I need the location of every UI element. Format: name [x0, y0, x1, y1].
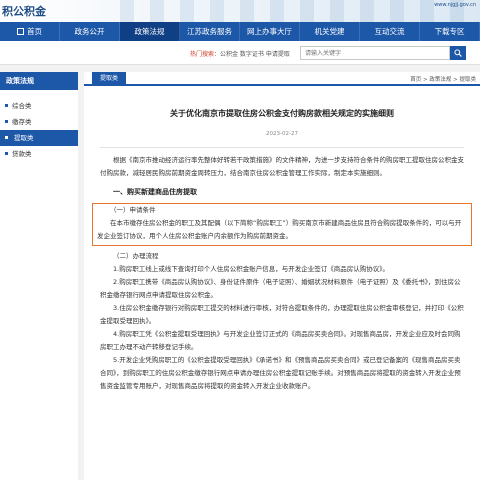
- conditions-text: 在本市缴存住房公积金的职工及其配偶（以下简称“购房职工”）购买南京市新建商品住房…: [97, 219, 462, 240]
- sidebar: 政策法规 综合类 缴存类 提取类 贷款类: [0, 72, 78, 480]
- banner-decoration: [120, 0, 480, 22]
- category-tab[interactable]: 提取类: [92, 72, 127, 86]
- search-bar: 热门搜索：公积金 数字证书 申请提取: [0, 41, 480, 65]
- bullet-icon: [5, 104, 8, 107]
- sidebar-item-deposit[interactable]: 缴存类: [0, 114, 78, 130]
- sidebar-list: 综合类 缴存类 提取类 贷款类: [0, 98, 78, 162]
- breadcrumb[interactable]: 首页 > 政策法规 > 提取类: [410, 75, 476, 83]
- nav-item-party-building[interactable]: 机关党建: [300, 22, 360, 41]
- sidebar-item-loans[interactable]: 贷款类: [0, 146, 78, 162]
- sidebar-item-label: 贷款类: [12, 150, 32, 158]
- site-url: www.njgjj.gov.cn: [434, 2, 476, 8]
- section-heading: 一、购买新建商品住房提取: [113, 188, 197, 196]
- process-step: 5.开发企业凭购房职工的《公积金提取受理回执》《承诺书》和《预售商品房买卖合同》…: [100, 356, 461, 390]
- article-title: 关于优化南京市提取住房公积金支付购房款相关规定的实施细则: [170, 109, 394, 118]
- nav-item-gov-affairs[interactable]: 政务公开: [60, 22, 120, 41]
- nav-item-policies[interactable]: 政策法规: [120, 22, 180, 41]
- sidebar-item-general[interactable]: 综合类: [0, 98, 78, 114]
- nav-item-downloads[interactable]: 下载专区: [420, 22, 480, 41]
- process-step: 2.购房职工携带《商品房认购协议》、身份证件原件（电子证照）、婚姻状况材料原件（…: [100, 278, 461, 299]
- process-step: 3.住房公积金缴存银行对购房职工提交的材料进行审核，对符合提取条件的，办理提取住…: [100, 304, 464, 325]
- process-step: 1.购房职工线上或线下查询打印个人住房公积金账户信息，与开发企业签订《商品房认购…: [113, 265, 389, 273]
- home-icon: [17, 28, 24, 35]
- nav-item-online-hall[interactable]: 网上办事大厅: [240, 22, 300, 41]
- hot-search-label: 热门搜索：: [190, 51, 221, 58]
- conditions-heading: （一）申请条件: [110, 206, 156, 214]
- sidebar-item-label: 缴存类: [12, 118, 32, 126]
- search-icon: [454, 49, 462, 57]
- article-date: 2023-02-27: [266, 131, 298, 137]
- nav-item-label: 首页: [27, 27, 42, 36]
- main-nav: 首页 政务公开 政策法规 江苏政务服务 网上办事大厅 机关党建 互动交流 下载专…: [0, 22, 480, 41]
- process-heading: （二）办理流程: [113, 252, 159, 260]
- bullet-icon: [5, 152, 8, 155]
- hot-search-words[interactable]: 公积金 数字证书 申请提取: [220, 51, 290, 58]
- process-step: 4.购房职工凭《公积金提取受理回执》与开发企业签订正式的《商品房买卖合同》。对现…: [100, 330, 461, 351]
- sidebar-title: 政策法规: [0, 72, 78, 90]
- search-input[interactable]: [300, 46, 450, 60]
- nav-item-home[interactable]: 首页: [0, 22, 60, 41]
- category-header: 提取类 首页 > 政策法规 > 提取类: [84, 72, 480, 86]
- site-banner: 积公积金 www.njgjj.gov.cn: [0, 0, 480, 22]
- divider: [100, 147, 464, 148]
- bullet-icon: [5, 120, 8, 123]
- sidebar-item-withdrawal[interactable]: 提取类: [0, 130, 78, 146]
- search-button[interactable]: [450, 46, 466, 60]
- hot-search: 热门搜索：公积金 数字证书 申请提取: [190, 49, 290, 58]
- site-logo[interactable]: 积公积金: [2, 3, 46, 19]
- nav-item-jiangsu-services[interactable]: 江苏政务服务: [180, 22, 240, 41]
- sidebar-item-label: 综合类: [12, 102, 32, 110]
- sidebar-item-label: 提取类: [14, 134, 34, 142]
- article: 关于优化南京市提取住房公积金支付购房款相关规定的实施细则 2023-02-27 …: [84, 108, 480, 393]
- main-content: 提取类 首页 > 政策法规 > 提取类 关于优化南京市提取住房公积金支付购房款相…: [84, 72, 480, 480]
- article-intro: 根据《南京市推动经济运行率先整体好转若干政策措施》的文件精神，为进一步支持符合条…: [100, 156, 464, 177]
- highlighted-conditions: （一）申请条件 在本市缴存住房公积金的职工及其配偶（以下简称“购房职工”）购买南…: [92, 203, 472, 246]
- nav-item-interaction[interactable]: 互动交流: [360, 22, 420, 41]
- bullet-icon: [5, 136, 8, 139]
